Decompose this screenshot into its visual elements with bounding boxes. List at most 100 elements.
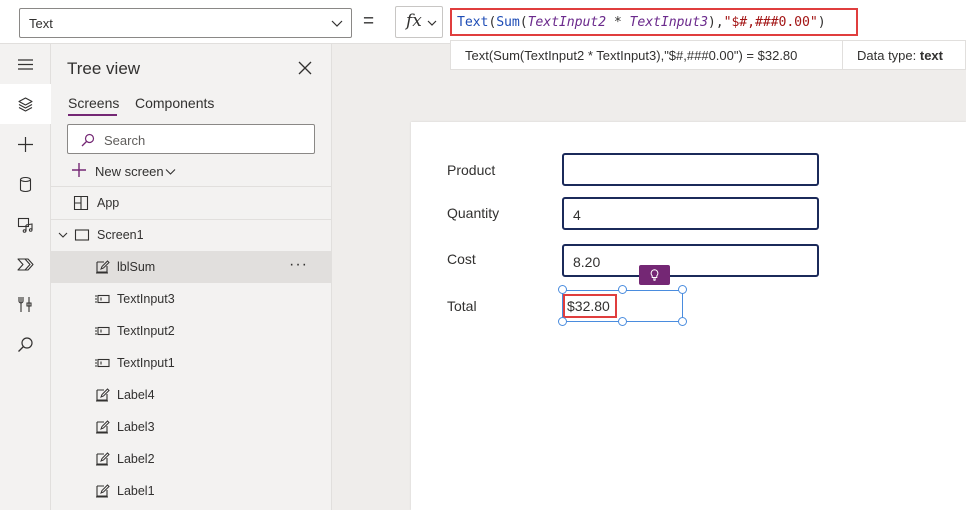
plus-icon bbox=[72, 163, 86, 177]
rail-media[interactable] bbox=[0, 204, 51, 244]
media-icon bbox=[17, 217, 33, 233]
resize-handle[interactable] bbox=[618, 317, 627, 326]
tree-node-label: Label4 bbox=[117, 388, 155, 402]
label-icon bbox=[96, 452, 110, 466]
tree-node-label3[interactable]: Label3 bbox=[51, 411, 331, 443]
tree-node-label: lblSum bbox=[117, 260, 156, 274]
data-type-indicator: Data type: text bbox=[857, 48, 943, 63]
formula-token: * bbox=[605, 15, 630, 30]
text-input-icon bbox=[95, 326, 110, 336]
total-value-text: $32.80 bbox=[567, 298, 610, 314]
screen-icon bbox=[74, 229, 90, 241]
quantity-label: Quantity bbox=[447, 205, 500, 221]
input-value: 4 bbox=[573, 207, 581, 223]
power-automate-icon bbox=[17, 258, 34, 271]
input-value: 8.20 bbox=[573, 254, 601, 270]
formula-preview-expression: Text(Sum(TextInput2 * TextInput3),"$#,##… bbox=[465, 48, 798, 63]
resize-handle[interactable] bbox=[558, 317, 567, 326]
resize-handle[interactable] bbox=[618, 285, 627, 294]
tree-node-label4[interactable]: Label4 bbox=[51, 379, 331, 411]
fx-button[interactable]: fx bbox=[395, 6, 443, 38]
product-label: Product bbox=[447, 162, 496, 178]
tree-node-label1[interactable]: Label1 bbox=[51, 475, 331, 507]
label-icon bbox=[96, 388, 110, 402]
quantity-input[interactable]: 4 bbox=[562, 197, 819, 230]
app-icon bbox=[73, 195, 89, 211]
tree-node-lblsum[interactable]: lblSum ··· bbox=[51, 251, 331, 283]
active-tab-indicator bbox=[68, 114, 117, 116]
rail-insert[interactable] bbox=[0, 124, 51, 164]
tree-node-screen1[interactable]: Screen1 bbox=[51, 219, 331, 251]
tree-node-app[interactable]: App bbox=[51, 187, 331, 219]
formula-preview: Text(Sum(TextInput2 * TextInput3),"$#,##… bbox=[450, 40, 966, 70]
tree-node-textinput1[interactable]: TextInput1 bbox=[51, 347, 331, 379]
tree-search[interactable] bbox=[67, 124, 315, 154]
tree-node-textinput2[interactable]: TextInput2 bbox=[51, 315, 331, 347]
fx-icon: fx bbox=[406, 11, 422, 31]
data-type-value: text bbox=[919, 48, 943, 63]
canvas-background bbox=[332, 44, 450, 70]
rail-search[interactable] bbox=[0, 324, 51, 364]
resize-handle[interactable] bbox=[678, 285, 687, 294]
equals-sign: = bbox=[363, 11, 375, 32]
lightbulb-icon bbox=[650, 269, 659, 281]
resize-handle[interactable] bbox=[678, 317, 687, 326]
divider bbox=[842, 41, 843, 69]
formula-input[interactable]: Text(Sum(TextInput2 * TextInput3),"$#,##… bbox=[450, 8, 858, 36]
rail-power-automate[interactable] bbox=[0, 244, 51, 284]
more-options-button[interactable]: ··· bbox=[289, 256, 308, 274]
formula-token: ( bbox=[519, 15, 528, 30]
tree-node-label2[interactable]: Label2 bbox=[51, 443, 331, 475]
tree-node-label: Label2 bbox=[117, 452, 155, 466]
rail-tools[interactable] bbox=[0, 284, 51, 324]
rail-menu[interactable] bbox=[0, 44, 51, 84]
rail-tree-view[interactable] bbox=[0, 84, 51, 124]
cost-label: Cost bbox=[447, 251, 476, 267]
chevron-down-icon[interactable] bbox=[58, 230, 68, 240]
formula-token: TextInput3 bbox=[629, 15, 709, 30]
cost-input[interactable]: 8.20 bbox=[562, 244, 819, 277]
chevron-down-icon bbox=[165, 169, 176, 175]
tree-node-label: TextInput2 bbox=[117, 324, 175, 338]
resize-handle[interactable] bbox=[558, 285, 567, 294]
lblsum-value[interactable]: $32.80 bbox=[563, 294, 617, 318]
tree-node-label: TextInput3 bbox=[117, 292, 175, 306]
formula-token: Sum bbox=[496, 15, 520, 30]
formula-text: Text(Sum(TextInput2 * TextInput3),"$#,##… bbox=[457, 15, 826, 30]
formula-bar: Text = fx Text(Sum(TextInput2 * TextInpu… bbox=[0, 0, 966, 44]
label-icon bbox=[96, 484, 110, 498]
tree-node-label: App bbox=[97, 196, 120, 210]
chevron-down-icon bbox=[427, 20, 437, 26]
formula-token: ), bbox=[707, 15, 724, 30]
property-dropdown-value: Text bbox=[29, 16, 53, 31]
panel-title: Tree view bbox=[67, 59, 141, 78]
formula-token: Text bbox=[457, 15, 489, 30]
tab-screens[interactable]: Screens bbox=[68, 95, 119, 111]
close-icon[interactable] bbox=[298, 61, 312, 75]
ideas-button[interactable] bbox=[639, 265, 670, 285]
product-input[interactable] bbox=[562, 153, 819, 186]
text-input-icon bbox=[95, 358, 110, 368]
formula-token: TextInput2 bbox=[527, 15, 607, 30]
tree-node-label: Label1 bbox=[117, 484, 155, 498]
text-input-icon bbox=[95, 294, 110, 304]
left-rail bbox=[0, 44, 51, 510]
data-icon bbox=[19, 176, 32, 193]
formula-token: "$#,###0.00" bbox=[723, 15, 818, 30]
data-type-label: Data type: bbox=[857, 48, 920, 63]
search-icon bbox=[81, 133, 95, 147]
tree-node-textinput3[interactable]: TextInput3 bbox=[51, 283, 331, 315]
tools-icon bbox=[18, 297, 32, 312]
property-dropdown[interactable]: Text bbox=[19, 8, 352, 38]
search-input[interactable] bbox=[104, 132, 304, 148]
search-icon bbox=[18, 337, 33, 352]
label-icon bbox=[96, 260, 110, 274]
tree-node-label: TextInput1 bbox=[117, 356, 175, 370]
tree-view-panel: Tree view Screens Components New screen … bbox=[51, 44, 332, 510]
rail-data[interactable] bbox=[0, 164, 51, 204]
layers-icon bbox=[18, 97, 33, 112]
formula-token: ) bbox=[817, 15, 826, 30]
tree-node-label: Label3 bbox=[117, 420, 155, 434]
new-screen-label: New screen bbox=[95, 164, 164, 179]
tab-components[interactable]: Components bbox=[135, 95, 214, 111]
